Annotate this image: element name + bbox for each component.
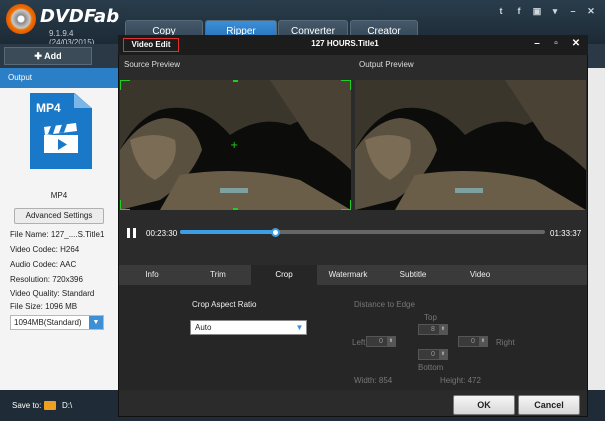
bottom-value: 0	[431, 351, 435, 358]
spin-arrows-icon[interactable]: ⬍	[439, 325, 447, 334]
save-path[interactable]: D:\	[62, 401, 72, 410]
bottom-spinbox[interactable]: 0 ⬍	[418, 349, 448, 360]
disc-logo-icon	[6, 4, 36, 34]
crop-aspect-ratio-label: Crop Aspect Ratio	[192, 300, 257, 309]
dvdfab-logo: DVDFab 9.1.9.4 (24/03/2015)	[6, 4, 120, 47]
tab-crop[interactable]: Crop	[251, 265, 317, 285]
file-size-value: 1094MB(Standard)	[14, 318, 82, 327]
bottom-label: Bottom	[418, 363, 444, 372]
dropdown-icon[interactable]: ▾	[549, 5, 561, 17]
format-label: MP4	[50, 191, 68, 200]
source-preview-label: Source Preview	[124, 60, 181, 69]
crop-aspect-ratio-value: Auto	[195, 323, 212, 332]
spin-arrows-icon[interactable]: ⬍	[439, 350, 447, 359]
mp4-format-icon[interactable]: MP4	[30, 93, 92, 169]
file-size-info: File Size: 1096 MB	[10, 302, 78, 311]
tab-watermark[interactable]: Watermark	[317, 265, 379, 285]
file-name-info: File Name: 127_....S.Title1	[10, 230, 105, 239]
add-button[interactable]: ✚ Add	[4, 47, 92, 65]
right-strip	[587, 68, 605, 390]
format-icon-text: MP4	[36, 101, 61, 115]
tab-info[interactable]: Info	[119, 265, 185, 285]
tab-trim[interactable]: Trim	[185, 265, 251, 285]
timeline-slider[interactable]	[180, 230, 545, 234]
audio-codec-info: Audio Codec: AAC	[10, 260, 77, 269]
video-edit-label: Video Edit	[123, 38, 179, 52]
width-readout: Width: 854	[354, 376, 393, 385]
svg-text:+: +	[230, 140, 238, 151]
folder-icon[interactable]	[44, 401, 56, 410]
total-time: 01:33:37	[550, 229, 582, 238]
advanced-settings-button[interactable]: Advanced Settings	[14, 208, 104, 224]
title-icons: t f ▣ ▾ – ✕	[495, 5, 597, 19]
dialog-close-icon[interactable]: ✕	[570, 38, 582, 50]
ok-button[interactable]: OK	[453, 395, 515, 415]
edit-tabs: Info Trim Crop Watermark Subtitle Video	[119, 265, 587, 285]
video-codec-info: Video Codec: H264	[10, 245, 80, 254]
tab-video[interactable]: Video	[447, 265, 513, 285]
right-value: 0	[471, 338, 475, 345]
video-quality-info: Video Quality: Standard	[10, 289, 95, 298]
current-time: 00:23:30	[146, 229, 178, 238]
timeline-handle[interactable]	[270, 228, 280, 237]
output-header: Output	[0, 68, 118, 88]
source-preview-video[interactable]: +	[120, 80, 351, 210]
dialog-title: 127 HOURS.Title1	[311, 39, 379, 48]
page-fold	[74, 93, 92, 108]
save-to-label: Save to:	[12, 401, 42, 410]
twitter-icon[interactable]: t	[495, 5, 507, 17]
youtube-icon[interactable]: ▣	[531, 5, 543, 17]
crop-aspect-ratio-select[interactable]: Auto ▼	[190, 320, 307, 335]
dialog-maximize-icon[interactable]: ▫	[550, 38, 562, 50]
top-spinbox[interactable]: 8 ⬍	[418, 324, 448, 335]
output-preview-video	[355, 80, 586, 210]
resolution-info: Resolution: 720x396	[10, 275, 83, 284]
output-preview-label: Output Preview	[359, 60, 414, 69]
left-value: 0	[379, 338, 383, 345]
facebook-icon[interactable]: f	[513, 5, 525, 17]
tab-subtitle[interactable]: Subtitle	[379, 265, 447, 285]
chevron-down-icon[interactable]: ▼	[294, 322, 305, 333]
minimize-icon[interactable]: –	[567, 5, 579, 17]
left-label: Left	[352, 338, 366, 347]
top-value: 8	[431, 326, 435, 333]
left-spinbox[interactable]: 0 ⬍	[366, 336, 396, 347]
height-readout: Height: 472	[440, 376, 481, 385]
timeline-progress	[180, 230, 275, 234]
add-label: Add	[44, 51, 62, 61]
close-icon[interactable]: ✕	[585, 5, 597, 17]
clapperboard-icon	[44, 123, 78, 153]
pause-button[interactable]	[127, 228, 137, 238]
right-label: Right	[496, 338, 515, 347]
dialog-minimize-icon[interactable]: –	[531, 38, 543, 50]
spin-arrows-icon[interactable]: ⬍	[479, 337, 487, 346]
app-name: DVDFab	[40, 6, 120, 27]
spin-arrows-icon[interactable]: ⬍	[387, 337, 395, 346]
chevron-down-icon[interactable]: ▼	[89, 316, 103, 329]
top-label: Top	[424, 313, 437, 322]
cancel-button[interactable]: Cancel	[518, 395, 580, 415]
right-spinbox[interactable]: 0 ⬍	[458, 336, 488, 347]
file-size-select[interactable]: 1094MB(Standard) ▼	[10, 315, 104, 330]
plus-icon: ✚	[34, 51, 45, 61]
distance-to-edge-label: Distance to Edge	[354, 300, 415, 309]
